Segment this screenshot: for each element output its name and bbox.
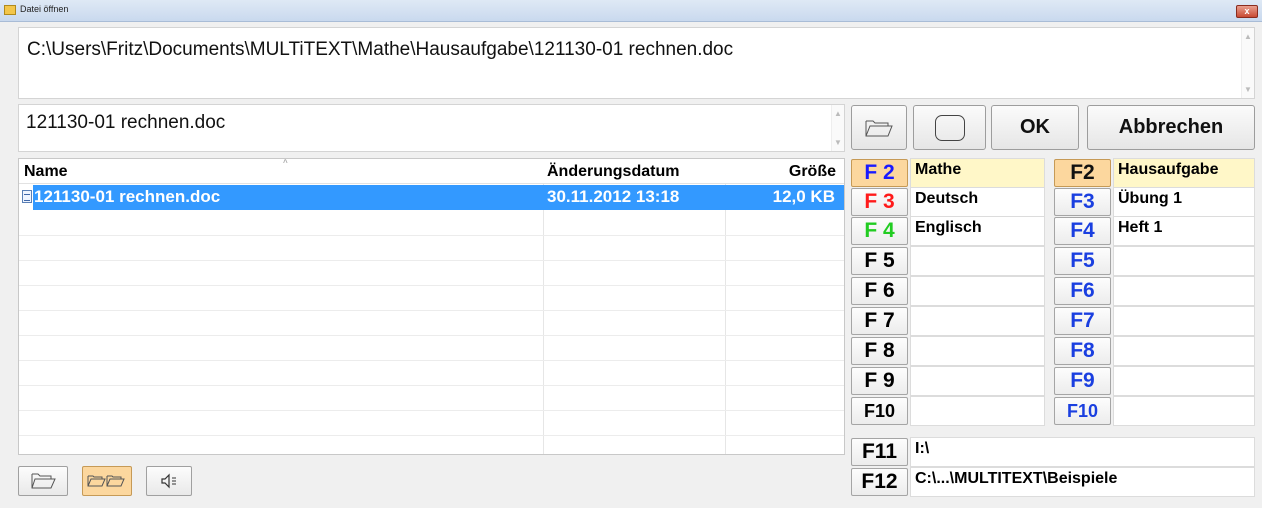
folder-icon [31,473,56,489]
filename-field[interactable]: 121130-01 rechnen.doc ▲ ▼ [18,104,845,152]
path-scrollbar[interactable]: ▲ ▼ [1241,28,1254,98]
fkey-left-f3[interactable]: F 3 [851,188,908,216]
fkey-right-f4[interactable]: F4 [1054,217,1111,245]
filename-scrollbar[interactable]: ▲ ▼ [831,105,844,151]
open-folder-button[interactable] [851,105,907,150]
fkey-left-f9[interactable]: F 9 [851,367,908,395]
sort-caret-icon: ^ [283,158,288,167]
fkey-left-f7[interactable]: F 7 [851,307,908,335]
row-divider [19,285,844,286]
folder-slot-7[interactable] [910,306,1045,336]
fkey-left-f5[interactable]: F 5 [851,247,908,275]
folder-sub-slot-8[interactable] [1113,336,1255,366]
table-row[interactable]: 121130-01 rechnen.doc 30.11.2012 13:18 1… [19,185,844,210]
fkey-f11[interactable]: F11 [851,438,908,466]
folder-englisch[interactable]: Englisch [910,216,1045,246]
folder-sub-slot-10[interactable] [1113,396,1255,426]
open-folder-button-small[interactable] [18,466,68,496]
folder-slot-9[interactable] [910,366,1045,396]
row-divider [19,260,844,261]
row-divider [19,435,844,436]
fkey-right-f2[interactable]: F2 [1054,159,1111,187]
folder-mathe[interactable]: Mathe [910,158,1045,188]
folder-slot-5[interactable] [910,246,1045,276]
filename-text: 121130-01 rechnen.doc [26,112,226,133]
document-icon [22,190,32,203]
folder-icon [865,120,893,136]
folder-uebung-1[interactable]: Übung 1 [1113,187,1255,217]
fkey-left-f2[interactable]: F 2 [851,159,908,187]
folder-sub-slot-7[interactable] [1113,306,1255,336]
column-header-date[interactable]: Änderungsdatum [547,163,679,181]
file-name: 121130-01 rechnen.doc [34,187,221,206]
folder-sub-slot-6[interactable] [1113,276,1255,306]
folder-heft-1[interactable]: Heft 1 [1113,216,1255,246]
folder-icon [4,5,16,15]
drive-shortcut-f12[interactable]: C:\...\MULTITEXT\Beispiele [910,467,1255,497]
fkey-right-f3[interactable]: F3 [1054,188,1111,216]
folder-hausaufgabe[interactable]: Hausaufgabe [1113,158,1255,188]
row-divider [19,335,844,336]
open-two-folders-button[interactable] [82,466,132,496]
folder-slot-6[interactable] [910,276,1045,306]
drive-shortcut-f11[interactable]: I:\ [910,437,1255,467]
fkey-left-f4[interactable]: F 4 [851,217,908,245]
folder-deutsch[interactable]: Deutsch [910,187,1045,217]
fkey-left-f10[interactable]: F10 [851,397,908,425]
fkey-right-f6[interactable]: F6 [1054,277,1111,305]
blank-button[interactable] [913,105,986,150]
square-icon [934,114,965,141]
folders-icon [87,475,125,487]
folder-sub-slot-5[interactable] [1113,246,1255,276]
fkey-right-f9[interactable]: F9 [1054,367,1111,395]
file-list[interactable]: Name Änderungsdatum Größe ^ 121130-01 re… [18,158,845,455]
row-divider [19,310,844,311]
row-divider [19,385,844,386]
folder-slot-10[interactable] [910,396,1045,426]
row-divider [19,410,844,411]
ok-button[interactable]: OK [991,105,1079,150]
speaker-icon [161,473,176,489]
fkey-f12[interactable]: F12 [851,468,908,496]
fkey-right-f8[interactable]: F8 [1054,337,1111,365]
title-bar: Datei öffnen x [0,0,1262,22]
folder-slot-8[interactable] [910,336,1045,366]
folder-sub-slot-9[interactable] [1113,366,1255,396]
path-field[interactable]: C:\Users\Fritz\Documents\MULTiTEXT\Mathe… [18,27,1255,99]
row-divider [19,360,844,361]
fkey-right-f5[interactable]: F5 [1054,247,1111,275]
file-date: 30.11.2012 13:18 [547,187,680,206]
cancel-button[interactable]: Abbrechen [1087,105,1255,150]
row-divider [19,235,844,236]
fkey-right-f7[interactable]: F7 [1054,307,1111,335]
file-list-header: Name Änderungsdatum Größe ^ [19,159,844,184]
close-button[interactable]: x [1236,5,1258,18]
column-header-size[interactable]: Größe [789,163,836,181]
speaker-button[interactable] [146,466,192,496]
fkey-left-f8[interactable]: F 8 [851,337,908,365]
column-header-name[interactable]: Name [24,163,68,181]
file-size: 12,0 KB [772,187,835,206]
window-title: Datei öffnen [20,4,69,14]
path-text: C:\Users\Fritz\Documents\MULTiTEXT\Mathe… [27,39,734,60]
fkey-left-f6[interactable]: F 6 [851,277,908,305]
fkey-right-f10[interactable]: F10 [1054,397,1111,425]
